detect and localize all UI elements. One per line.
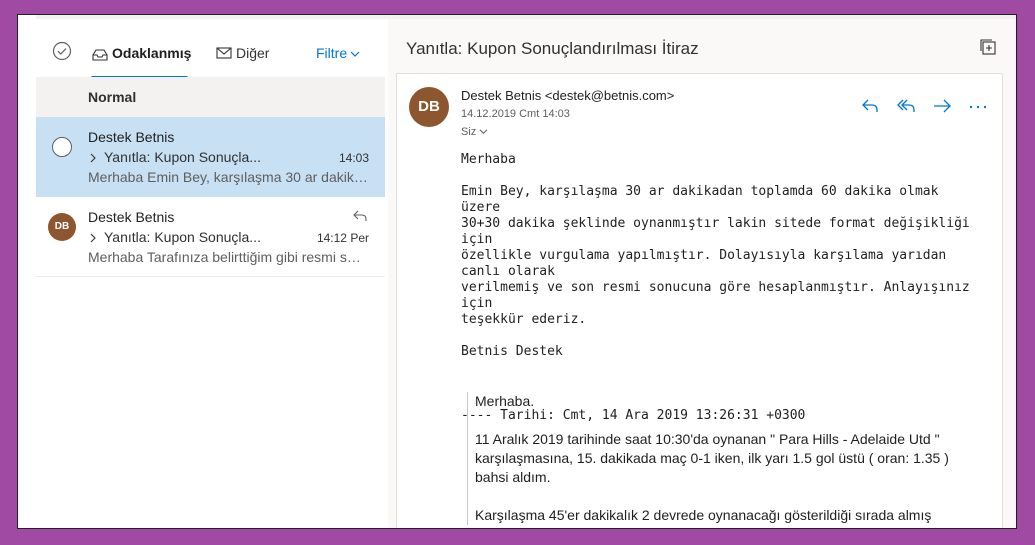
message-subject-text: Yanıtla: Kupon Sonuçla... [104, 229, 261, 245]
filter-button[interactable]: Filtre [316, 45, 360, 61]
group-header-label: Normal [88, 89, 137, 105]
sender-address[interactable]: Destek Betnis <destek@betnis.com> [461, 88, 674, 103]
reply-icon [862, 99, 878, 112]
body-line: verilmemiş ve son resmi sonucuna göre he… [461, 280, 970, 311]
message-actions [844, 96, 988, 116]
more-horizontal-icon [969, 105, 987, 109]
tab-other-label: Diğer [236, 45, 270, 61]
body-line: teşekkür ederiz. [461, 312, 587, 327]
avatar: DB [48, 213, 76, 241]
message-date: 14.12.2019 Cmt 14:03 [461, 108, 570, 120]
quote-line: Karşılaşma 45'er dakikalık 2 devrede oyn… [475, 507, 932, 523]
message-time: 14:03 [338, 151, 369, 165]
body-line: özellikle vurgulama yapılmıştır. Dolayıs… [461, 248, 947, 279]
list-item[interactable]: Destek Betnis Yanıtla: Kupon Sonuçla... … [36, 117, 385, 197]
body-greeting: Merhaba [461, 152, 516, 167]
message-body: Merhaba Emin Bey, karşılaşma 30 ar dakik… [461, 152, 981, 424]
group-header: Normal [36, 77, 385, 117]
open-in-new-window-icon[interactable] [980, 39, 996, 55]
sender-avatar: DB [409, 87, 449, 127]
replied-icon [353, 210, 367, 221]
focused-inbox-icon [92, 49, 108, 61]
message-preview: Merhaba Emin Bey, karşılaşma 30 ar dakik… [88, 169, 368, 185]
body-line: 30+30 dakika şeklinde oynanmıştır lakin … [461, 216, 970, 247]
recipient-toggle[interactable]: Siz [461, 126, 488, 138]
message-preview: Merhaba Tarafınıza belirttiğim gibi resm… [88, 249, 368, 265]
quote-line: bahsi aldım. [475, 469, 551, 485]
reply-button[interactable] [860, 96, 880, 116]
quote-greeting: Merhaba. [475, 393, 535, 409]
select-radio[interactable] [52, 137, 72, 157]
chevron-down-icon [350, 51, 360, 58]
message-subject-text: Yanıtla: Kupon Sonuçla... [104, 149, 261, 165]
reply-all-icon [897, 99, 915, 112]
outlook-window: Odaklanmış Diğer Filtre Normal Destek Be… [17, 14, 1017, 529]
select-all-check-icon[interactable] [52, 41, 72, 61]
chevron-down-icon [479, 129, 488, 134]
message-card: DB Destek Betnis <destek@betnis.com> 14.… [396, 73, 1003, 528]
body-line: Emin Bey, karşılaşma 30 ar dakikadan top… [461, 184, 939, 215]
message-time: 14:12 Per [316, 231, 369, 245]
chevron-right-icon [90, 153, 96, 163]
mail-icon [216, 47, 232, 59]
forward-arrow-icon [934, 99, 951, 113]
conversation-title: Yanıtla: Kupon Sonuçlandırılması İtiraz [406, 39, 699, 58]
message-subject: Yanıtla: Kupon Sonuçla... [88, 149, 261, 165]
reply-all-button[interactable] [896, 96, 916, 116]
inbox-tabs: Odaklanmış Diğer Filtre [36, 19, 385, 79]
quote-line: 11 Aralık 2019 tarihinde saat 10:30'da o… [475, 431, 940, 447]
reading-pane: Yanıtla: Kupon Sonuçlandırılması İtiraz … [388, 15, 1016, 528]
tab-focused[interactable]: Odaklanmış [91, 37, 192, 79]
message-subject: Yanıtla: Kupon Sonuçla... [88, 229, 261, 245]
quote-line: karşılaşmasına, 15. dakikada maç 0-1 ike… [475, 450, 949, 466]
forward-button[interactable] [932, 96, 952, 116]
tab-focused-label: Odaklanmış [112, 45, 192, 61]
chevron-right-icon [90, 233, 96, 243]
message-sender: Destek Betnis [88, 129, 175, 145]
recipient-label: Siz [461, 126, 477, 138]
message-sender: Destek Betnis [88, 209, 175, 225]
list-item[interactable]: DB Destek Betnis Yanıtla: Kupon Sonuçla.… [36, 197, 385, 277]
more-actions-button[interactable] [968, 96, 988, 116]
message-list-pane: Odaklanmış Diğer Filtre Normal Destek Be… [36, 15, 403, 528]
body-signature: Betnis Destek [461, 344, 563, 359]
filter-label: Filtre [316, 45, 348, 61]
top-strip [388, 15, 1016, 19]
quoted-message: Merhaba. 11 Aralık 2019 tarihinde saat 1… [467, 392, 987, 525]
